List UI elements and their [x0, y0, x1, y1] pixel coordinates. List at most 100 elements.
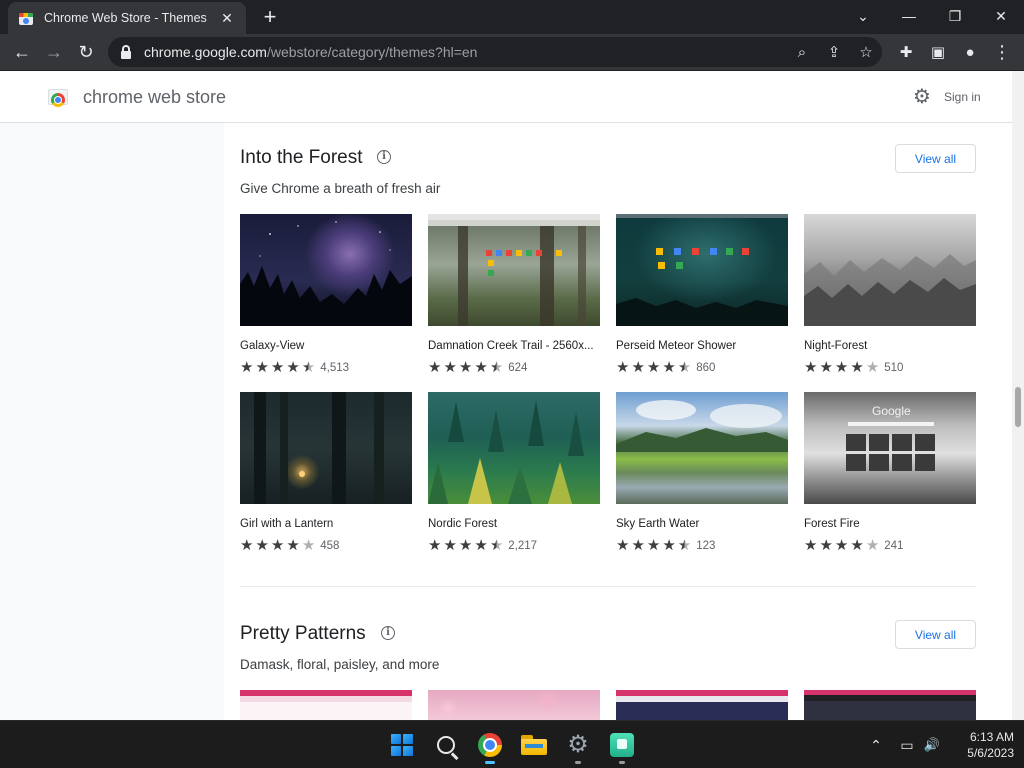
lock-icon[interactable]	[118, 44, 134, 60]
theme-card-nordic-forest[interactable]: Nordic Forest ★ ★ ★ ★ ★ 2,217	[428, 392, 600, 562]
theme-name[interactable]: Galaxy-View	[240, 340, 412, 352]
sign-in-link[interactable]: Sign in	[944, 90, 981, 104]
file-explorer-icon[interactable]	[518, 729, 550, 761]
clock-time: 6:13 AM	[969, 730, 1014, 744]
gear-icon[interactable]: ⚙	[912, 87, 932, 107]
theme-card-perseid-meteor-shower[interactable]: Perseid Meteor Shower ★ ★ ★ ★ ★ 860	[616, 214, 788, 384]
volume-icon[interactable]: 🔊	[920, 733, 944, 757]
star-full-icon: ★	[819, 359, 833, 376]
theme-thumbnail[interactable]	[616, 392, 788, 504]
theme-name[interactable]: Girl with a Lantern	[240, 518, 412, 530]
shortcut-tiles-preview	[846, 434, 936, 472]
minimize-button[interactable]: —	[886, 0, 932, 32]
star-full-icon: ★	[458, 537, 473, 554]
reload-button[interactable]: ↻	[72, 38, 100, 66]
web-store-title[interactable]: chrome web store	[83, 87, 226, 108]
theme-name[interactable]: Perseid Meteor Shower	[616, 340, 788, 352]
chrome-menu-icon[interactable]: ⋮	[988, 38, 1016, 66]
search-icon[interactable]	[430, 729, 462, 761]
search-box-preview	[848, 422, 934, 426]
new-tab-button[interactable]: +	[258, 6, 282, 28]
star-full-icon: ★	[270, 537, 285, 554]
theme-thumbnail-pattern-1[interactable]	[240, 690, 412, 720]
tab-close-icon[interactable]: ✕	[218, 10, 236, 27]
theme-thumbnail[interactable]	[804, 214, 976, 326]
star-rating: ★ ★ ★ ★ ★ 510	[804, 360, 903, 376]
section-title-pretty-patterns: Pretty Patterns	[240, 623, 366, 644]
section-title-into-the-forest: Into the Forest	[240, 147, 363, 168]
bookmark-star-icon[interactable]: ☆	[856, 42, 876, 62]
theme-card-forest-fire[interactable]: Google Forest Fire ★ ★ ★ ★ ★ 241	[804, 392, 976, 562]
theme-card-sky-earth-water[interactable]: Sky Earth Water ★ ★ ★ ★ ★ 123	[616, 392, 788, 562]
show-hidden-icons-chevron-icon[interactable]: ⌃	[866, 733, 886, 757]
url-text[interactable]: chrome.google.com/webstore/category/them…	[144, 44, 477, 60]
star-full-icon: ★	[834, 359, 849, 376]
forward-button[interactable]: →	[40, 38, 68, 66]
windows-start-icon[interactable]	[386, 729, 418, 761]
theme-thumbnail-pattern-3[interactable]	[616, 690, 788, 720]
rating-count: 860	[696, 362, 716, 374]
star-half-icon: ★	[489, 537, 504, 554]
tab-title: Chrome Web Store - Themes	[44, 11, 207, 25]
theme-card-girl-with-a-lantern[interactable]: Girl with a Lantern ★ ★ ★ ★ ★ 458	[240, 392, 412, 562]
info-icon[interactable]: i	[377, 150, 391, 164]
view-all-button[interactable]: View all	[895, 620, 976, 649]
star-full-icon: ★	[240, 537, 254, 554]
star-full-icon: ★	[850, 537, 864, 554]
theme-thumbnail[interactable]: Google	[804, 392, 976, 504]
star-full-icon: ★	[255, 537, 269, 554]
page-scrollbar[interactable]	[1012, 71, 1024, 720]
star-empty-icon: ★	[865, 537, 880, 554]
share-icon[interactable]: ⇪	[824, 42, 844, 62]
theme-name[interactable]: Damnation Creek Trail - 2560x...	[428, 340, 600, 352]
theme-card-galaxy-view[interactable]: Galaxy-View ★ ★ ★ ★ ★ 4,513	[240, 214, 412, 384]
info-icon[interactable]: i	[381, 626, 395, 640]
star-full-icon: ★	[646, 537, 661, 554]
star-full-icon: ★	[443, 359, 457, 376]
tab-search-dropdown-icon[interactable]: ⌄	[840, 0, 886, 32]
star-full-icon: ★	[646, 359, 661, 376]
view-all-button[interactable]: View all	[895, 144, 976, 173]
address-bar[interactable]: chrome.google.com/webstore/category/them…	[108, 37, 882, 67]
web-store-logo-icon[interactable]	[48, 87, 68, 107]
star-full-icon: ★	[474, 537, 488, 554]
star-full-icon: ★	[804, 537, 818, 554]
star-half-icon: ★	[301, 359, 316, 376]
settings-icon[interactable]: ⚙	[562, 729, 594, 764]
extensions-icon[interactable]: ✚	[892, 38, 920, 66]
scrollbar-thumb[interactable]	[1015, 387, 1021, 427]
zoom-icon[interactable]: ⌕	[792, 42, 812, 62]
theme-thumbnail[interactable]	[240, 392, 412, 504]
theme-thumbnail[interactable]	[240, 214, 412, 326]
star-full-icon: ★	[662, 537, 676, 554]
rating-count: 4,513	[320, 362, 350, 374]
section-subtitle: Give Chrome a breath of fresh air	[240, 181, 441, 196]
theme-thumbnail-pattern-4[interactable]	[804, 690, 976, 720]
theme-card-damnation-creek-trail[interactable]: Damnation Creek Trail - 2560x... ★ ★ ★ ★ ★ 62…	[428, 214, 600, 384]
theme-card-night-forest[interactable]: Night-Forest ★ ★ ★ ★ ★ 510	[804, 214, 976, 384]
star-half-icon: ★	[677, 359, 692, 376]
close-window-button[interactable]: ✕	[978, 0, 1024, 32]
star-full-icon: ★	[631, 537, 645, 554]
theme-name[interactable]: Sky Earth Water	[616, 518, 788, 530]
profile-icon[interactable]: ●	[956, 38, 984, 66]
chrome-taskbar-icon[interactable]	[474, 729, 506, 764]
browser-tab-active[interactable]: Chrome Web Store - Themes ✕	[8, 2, 246, 34]
star-full-icon: ★	[255, 359, 269, 376]
theme-thumbnail[interactable]	[428, 214, 600, 326]
theme-thumbnail[interactable]	[616, 214, 788, 326]
side-panel-icon[interactable]: ▣	[924, 38, 952, 66]
restore-button[interactable]: ❐	[932, 0, 978, 32]
star-full-icon: ★	[662, 359, 676, 376]
network-icon[interactable]: ▭	[896, 733, 918, 757]
theme-name[interactable]: Nordic Forest	[428, 518, 600, 530]
theme-thumbnail-pattern-2[interactable]	[428, 690, 600, 720]
back-button[interactable]: ←	[8, 38, 36, 66]
app-taskbar-icon[interactable]	[606, 729, 638, 764]
windows-taskbar: ⚙ ⌃ ▭ 🔊 6:13 AM 5/6/2023	[0, 720, 1024, 768]
theme-thumbnail[interactable]	[428, 392, 600, 504]
theme-name[interactable]: Forest Fire	[804, 518, 976, 530]
star-full-icon: ★	[474, 359, 488, 376]
theme-name[interactable]: Night-Forest	[804, 340, 976, 352]
system-clock[interactable]: 6:13 AM 5/6/2023	[950, 729, 1014, 761]
